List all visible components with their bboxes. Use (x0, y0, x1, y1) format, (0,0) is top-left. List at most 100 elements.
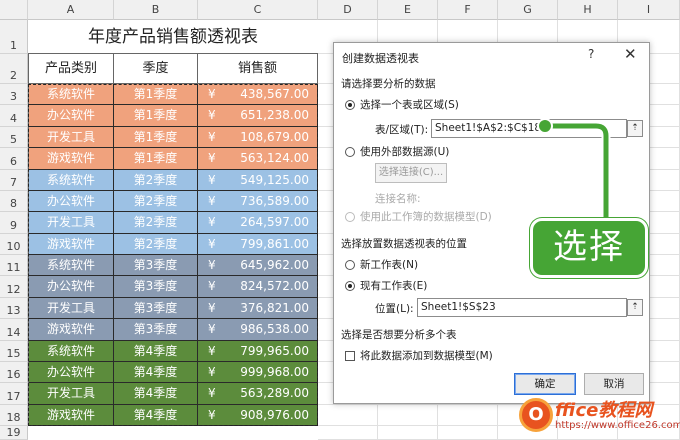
cell-category[interactable]: 办公软件 (29, 190, 114, 213)
row-header-17[interactable]: 17 (0, 383, 28, 405)
radio-data-model-label[interactable]: 使用此工作簿的数据模型(D) (360, 209, 492, 224)
cell-category[interactable]: 办公软件 (29, 105, 114, 127)
row-header-16[interactable]: 16 (0, 361, 28, 384)
help-icon[interactable]: ? (588, 47, 594, 61)
cell-sales[interactable]: ¥264,597.00 (198, 212, 318, 234)
column-header-f[interactable]: F (438, 0, 498, 20)
cell-sales[interactable]: ¥986,538.00 (198, 319, 318, 341)
row-header-19[interactable]: 19 (0, 426, 28, 440)
cell-quarter[interactable]: 第1季度 (114, 126, 198, 149)
cell-quarter[interactable]: 第1季度 (114, 105, 198, 127)
table-title[interactable]: 年度产品销售额透视表 (28, 20, 318, 54)
column-header-b[interactable]: B (114, 0, 198, 20)
radio-existing-sheet-label[interactable]: 现有工作表(E) (360, 278, 427, 293)
cell-category[interactable]: 系统软件 (29, 340, 114, 362)
cell-category[interactable]: 开发工具 (29, 297, 114, 320)
header-sales[interactable]: 销售额 (198, 54, 318, 84)
cell-sales[interactable]: ¥563,124.00 (198, 148, 318, 170)
header-quarter[interactable]: 季度 (114, 54, 198, 84)
close-icon[interactable]: ✕ (624, 45, 637, 63)
cell-quarter[interactable]: 第2季度 (114, 190, 198, 213)
ok-button[interactable]: 确定 (514, 373, 576, 395)
cell-quarter[interactable]: 第4季度 (114, 404, 198, 426)
radio-new-sheet[interactable] (345, 260, 355, 270)
row-header-4[interactable]: 4 (0, 105, 28, 127)
row-header-7[interactable]: 7 (0, 169, 28, 191)
column-header-i[interactable]: I (618, 0, 680, 20)
cell-sales[interactable]: ¥438,567.00 (198, 84, 318, 106)
row-header-11[interactable]: 11 (0, 255, 28, 277)
checkbox-add-data-model-label[interactable]: 将此数据添加到数据模型(M) (360, 348, 493, 363)
radio-new-sheet-label[interactable]: 新工作表(N) (360, 257, 418, 272)
radio-table-range[interactable] (345, 100, 355, 110)
cell-quarter[interactable]: 第1季度 (114, 148, 198, 170)
checkbox-add-data-model[interactable] (345, 351, 355, 361)
cell-sales[interactable]: ¥645,962.00 (198, 255, 318, 277)
row-header-14[interactable]: 14 (0, 319, 28, 341)
cell-sales[interactable]: ¥824,572.00 (198, 276, 318, 298)
header-category[interactable]: 产品类别 (29, 54, 114, 84)
cell-sales[interactable]: ¥799,965.00 (198, 340, 318, 362)
cell-category[interactable]: 游戏软件 (29, 404, 114, 426)
cell-quarter[interactable]: 第3季度 (114, 319, 198, 341)
cell-category[interactable]: 系统软件 (29, 84, 114, 106)
row-header-3[interactable]: 3 (0, 84, 28, 106)
cell-quarter[interactable]: 第2季度 (114, 169, 198, 191)
empty-cell[interactable] (438, 426, 498, 440)
location-picker-icon[interactable]: ⇡ (627, 299, 643, 316)
column-header-g[interactable]: G (498, 0, 558, 20)
cell-category[interactable]: 开发工具 (29, 126, 114, 149)
cell-sales[interactable]: ¥108,679.00 (198, 126, 318, 149)
radio-external-source[interactable] (345, 147, 355, 157)
radio-table-range-label[interactable]: 选择一个表或区域(S) (360, 97, 459, 112)
cell-category[interactable]: 办公软件 (29, 276, 114, 298)
row-header-10[interactable]: 10 (0, 233, 28, 255)
choose-connection-button[interactable]: 选择连接(C)... (375, 163, 447, 183)
cell-quarter[interactable]: 第4季度 (114, 340, 198, 362)
cell-sales[interactable]: ¥799,861.00 (198, 233, 318, 255)
empty-cell[interactable] (438, 404, 498, 426)
cell-sales[interactable]: ¥908,976.00 (198, 404, 318, 426)
row-header-15[interactable]: 15 (0, 340, 28, 362)
row-header-9[interactable]: 9 (0, 212, 28, 234)
cell-category[interactable]: 开发工具 (29, 383, 114, 405)
location-input[interactable]: Sheet1!$S$23 (417, 298, 627, 317)
cell-quarter[interactable]: 第3季度 (114, 276, 198, 298)
cell-quarter[interactable]: 第4季度 (114, 383, 198, 405)
row-header-12[interactable]: 12 (0, 276, 28, 298)
column-header-e[interactable]: E (378, 0, 438, 20)
row-header-2[interactable]: 2 (0, 54, 28, 84)
cell-category[interactable]: 办公软件 (29, 361, 114, 384)
cell-category[interactable]: 游戏软件 (29, 233, 114, 255)
row-header-8[interactable]: 8 (0, 190, 28, 213)
empty-cell[interactable] (378, 404, 438, 426)
cell-quarter[interactable]: 第1季度 (114, 84, 198, 106)
radio-data-model[interactable] (345, 212, 355, 222)
cell-sales[interactable]: ¥376,821.00 (198, 297, 318, 320)
radio-existing-sheet[interactable] (345, 281, 355, 291)
cancel-button[interactable]: 取消 (584, 373, 644, 395)
cell-category[interactable]: 系统软件 (29, 255, 114, 277)
row-header-5[interactable]: 5 (0, 126, 28, 149)
cell-quarter[interactable]: 第3季度 (114, 297, 198, 320)
cell-sales[interactable]: ¥549,125.00 (198, 169, 318, 191)
cell-quarter[interactable]: 第3季度 (114, 255, 198, 277)
row-header-18[interactable]: 18 (0, 404, 28, 426)
row-header-13[interactable]: 13 (0, 297, 28, 320)
cell-category[interactable]: 开发工具 (29, 212, 114, 234)
cell-sales[interactable]: ¥651,238.00 (198, 105, 318, 127)
cell-category[interactable]: 游戏软件 (29, 319, 114, 341)
range-picker-icon[interactable]: ⇡ (627, 120, 643, 137)
empty-cell[interactable] (378, 426, 438, 440)
cell-sales[interactable]: ¥736,589.00 (198, 190, 318, 213)
cell-category[interactable]: 系统软件 (29, 169, 114, 191)
select-all-corner[interactable] (0, 0, 28, 20)
empty-cell[interactable] (318, 404, 378, 426)
cell-quarter[interactable]: 第2季度 (114, 212, 198, 234)
cell-sales[interactable]: ¥563,289.00 (198, 383, 318, 405)
cell-sales[interactable]: ¥999,968.00 (198, 361, 318, 384)
range-input[interactable]: Sheet1!$A$2:$C$18 (431, 119, 627, 138)
column-header-h[interactable]: H (558, 0, 618, 20)
column-header-d[interactable]: D (318, 0, 378, 20)
row-header-6[interactable]: 6 (0, 148, 28, 170)
